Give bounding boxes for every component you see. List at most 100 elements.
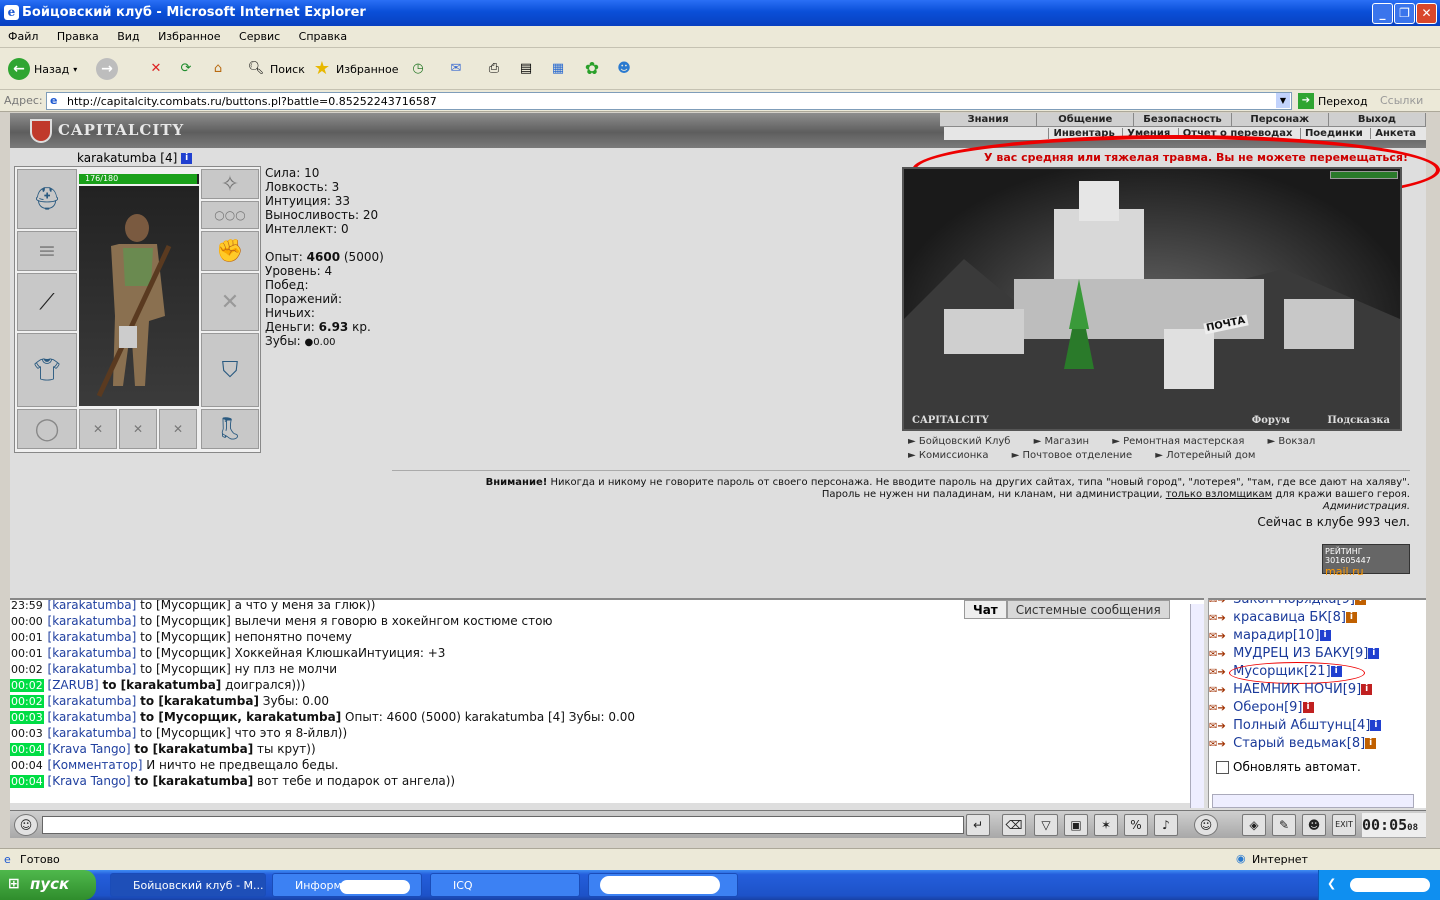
user-name[interactable]: НАЕМНИК НОЧИ bbox=[1233, 682, 1343, 697]
chat-sender[interactable]: [karakatumba] bbox=[48, 600, 137, 612]
people-icon[interactable]: ☻ bbox=[1302, 814, 1326, 836]
chat-time[interactable]: 00:01 bbox=[10, 647, 44, 660]
nav-character[interactable]: Персонаж bbox=[1232, 113, 1329, 126]
forum-link[interactable]: Форум bbox=[1252, 415, 1290, 426]
link-repair[interactable]: ► Ремонтная мастерская bbox=[1112, 436, 1254, 447]
nav-knowledge[interactable]: Знания bbox=[940, 113, 1038, 126]
nav-communication[interactable]: Общение bbox=[1037, 113, 1135, 126]
link-post-office[interactable]: ► Почтовое отделение bbox=[1012, 450, 1142, 461]
chat-sender[interactable]: [karakatumba] bbox=[48, 710, 137, 724]
user-list-item[interactable]: ✉➔ Закон Порядка[9] i bbox=[1209, 600, 1426, 610]
hint-link[interactable]: Подсказка bbox=[1327, 415, 1390, 426]
chat-time[interactable]: 00:04 bbox=[10, 759, 44, 772]
warning-link[interactable]: только взломщикам bbox=[1166, 489, 1272, 500]
chat-time[interactable]: 00:04 bbox=[10, 743, 44, 756]
link-commission[interactable]: ► Комиссионка bbox=[908, 450, 998, 461]
helmet-slot[interactable]: ⛑ bbox=[17, 169, 77, 229]
exit-icon[interactable]: EXIT bbox=[1332, 814, 1356, 836]
private-message-icon[interactable]: ✉➔ bbox=[1209, 667, 1229, 678]
chat-input[interactable] bbox=[42, 816, 964, 834]
menu-file[interactable]: Файл bbox=[0, 26, 45, 43]
private-message-icon[interactable]: ✉➔ bbox=[1209, 600, 1229, 606]
chat-sender[interactable]: [karakatumba] bbox=[48, 726, 137, 740]
tab-system-messages[interactable]: Системные сообщения bbox=[1006, 600, 1170, 619]
maximize-button[interactable]: ❐ bbox=[1394, 3, 1415, 24]
hockey-stick-slot[interactable]: ⟋ bbox=[17, 273, 77, 331]
fighters-icon[interactable]: ✶ bbox=[1094, 814, 1118, 836]
user-name[interactable]: Оберон bbox=[1233, 700, 1284, 715]
private-message-icon[interactable]: ✉➔ bbox=[1209, 721, 1229, 732]
private-message-icon[interactable]: ✉➔ bbox=[1209, 613, 1229, 624]
nav-profile[interactable]: Анкета bbox=[1370, 128, 1420, 139]
icq-button[interactable]: ✿ bbox=[582, 56, 602, 82]
filter-icon[interactable]: ▽ bbox=[1034, 814, 1058, 836]
char-name-text[interactable]: karakatumba bbox=[77, 151, 156, 165]
edit-button[interactable]: ▤ bbox=[516, 56, 536, 82]
scroll-icon[interactable]: ✎ bbox=[1272, 814, 1296, 836]
chat-sender[interactable]: [ZARUB] bbox=[48, 678, 99, 692]
bracers-slot[interactable]: ≡ bbox=[17, 231, 77, 271]
mail-button[interactable]: ✉ bbox=[446, 56, 466, 82]
user-name[interactable]: Полный Абштунц bbox=[1233, 718, 1352, 733]
chat-sender[interactable]: [Krava Tango] bbox=[48, 742, 131, 756]
bag-slot-1[interactable]: ✕ bbox=[79, 409, 117, 449]
city-scene[interactable]: ПОЧТА CAPITALCITY Форум Подсказка bbox=[902, 167, 1402, 431]
user-name[interactable]: Закон Порядка bbox=[1233, 600, 1336, 607]
nav-fights[interactable]: Поединки bbox=[1299, 128, 1367, 139]
chat-time[interactable]: 23:59 bbox=[10, 600, 44, 612]
user-list-item[interactable]: ✉➔ Полный Абштунц[4] i bbox=[1209, 718, 1426, 736]
link-shop[interactable]: ► Магазин bbox=[1034, 436, 1099, 447]
nav-exit[interactable]: Выход bbox=[1329, 113, 1427, 126]
messenger-button[interactable]: ☻ bbox=[614, 56, 634, 82]
clear-icon[interactable]: ⌫ bbox=[1002, 814, 1026, 836]
user-list-item[interactable]: ✉➔ марадир[10] i bbox=[1209, 628, 1426, 646]
chat-time[interactable]: 00:02 bbox=[10, 663, 44, 676]
belt-slot[interactable]: ◯ bbox=[17, 409, 77, 449]
auto-refresh-checkbox[interactable] bbox=[1216, 761, 1229, 774]
favorites-button[interactable]: ★ Избранное bbox=[312, 56, 399, 82]
private-message-icon[interactable]: ✉➔ bbox=[1209, 649, 1229, 660]
private-message-icon[interactable]: ✉➔ bbox=[1209, 631, 1229, 642]
chat-time[interactable]: 00:00 bbox=[10, 615, 44, 628]
user-list-item[interactable]: ✉➔ МУДРЕЦ ИЗ БАКУ[9] i bbox=[1209, 646, 1426, 664]
chat-time[interactable]: 00:04 bbox=[10, 775, 44, 788]
go-button[interactable]: ➔ Переход bbox=[1298, 93, 1368, 109]
chat-sender[interactable]: [karakatumba] bbox=[48, 694, 137, 708]
chat-time[interactable]: 00:03 bbox=[10, 711, 44, 724]
forward-button[interactable]: → bbox=[96, 56, 118, 82]
rings-slot[interactable]: ○○○ bbox=[201, 201, 259, 229]
character-avatar[interactable] bbox=[79, 186, 199, 406]
chat-scrollbar[interactable] bbox=[1190, 604, 1204, 808]
task-fight-club[interactable]: Бойцовский клуб - М... bbox=[110, 873, 266, 897]
private-message-icon[interactable]: ✉➔ bbox=[1209, 703, 1229, 714]
address-input[interactable]: e http://capitalcity.combats.ru/buttons.… bbox=[46, 92, 1292, 110]
chat-log[interactable]: 23:59 [karakatumba] to [Мусорщик] а что … bbox=[10, 598, 1204, 803]
address-dropdown-icon[interactable]: ▼ bbox=[1276, 93, 1290, 108]
menu-view[interactable]: Вид bbox=[109, 26, 146, 43]
user-name[interactable]: Старый ведьмак bbox=[1233, 736, 1347, 751]
menu-tools[interactable]: Сервис bbox=[231, 26, 287, 43]
game-logo[interactable]: CAPITALCITY bbox=[30, 119, 200, 143]
menu-help[interactable]: Справка bbox=[291, 26, 354, 43]
bag-icon[interactable]: ◈ bbox=[1242, 814, 1266, 836]
history-button[interactable]: ◷ bbox=[408, 56, 428, 82]
smile-picker-icon[interactable]: ☺ bbox=[14, 814, 38, 836]
menu-edit[interactable]: Правка bbox=[49, 26, 106, 43]
chat-sender[interactable]: [karakatumba] bbox=[48, 646, 137, 660]
sound-icon[interactable]: ♪ bbox=[1154, 814, 1178, 836]
bag-slot-3[interactable]: ✕ bbox=[159, 409, 197, 449]
tab-chat[interactable]: Чат bbox=[964, 600, 1007, 619]
chat-time[interactable]: 00:02 bbox=[10, 679, 44, 692]
minimize-button[interactable]: _ bbox=[1372, 3, 1393, 24]
user-list-item[interactable]: ✉➔ Оберон[9] i bbox=[1209, 700, 1426, 718]
close-button[interactable]: ✕ bbox=[1416, 3, 1437, 24]
jersey-slot[interactable]: 👕︎ bbox=[17, 333, 77, 407]
user-name[interactable]: красавица БК bbox=[1233, 610, 1327, 625]
menu-favorites[interactable]: Избранное bbox=[150, 26, 227, 43]
tray-arrow-icon[interactable]: ❮ bbox=[1327, 877, 1336, 890]
links-label[interactable]: Ссылки bbox=[1380, 94, 1423, 107]
save-icon[interactable]: ▣ bbox=[1064, 814, 1088, 836]
link-fight-club[interactable]: ► Бойцовский Клуб bbox=[908, 436, 1020, 447]
chat-sender[interactable]: [karakatumba] bbox=[48, 630, 137, 644]
refresh-button[interactable]: ⟳ bbox=[176, 56, 196, 82]
